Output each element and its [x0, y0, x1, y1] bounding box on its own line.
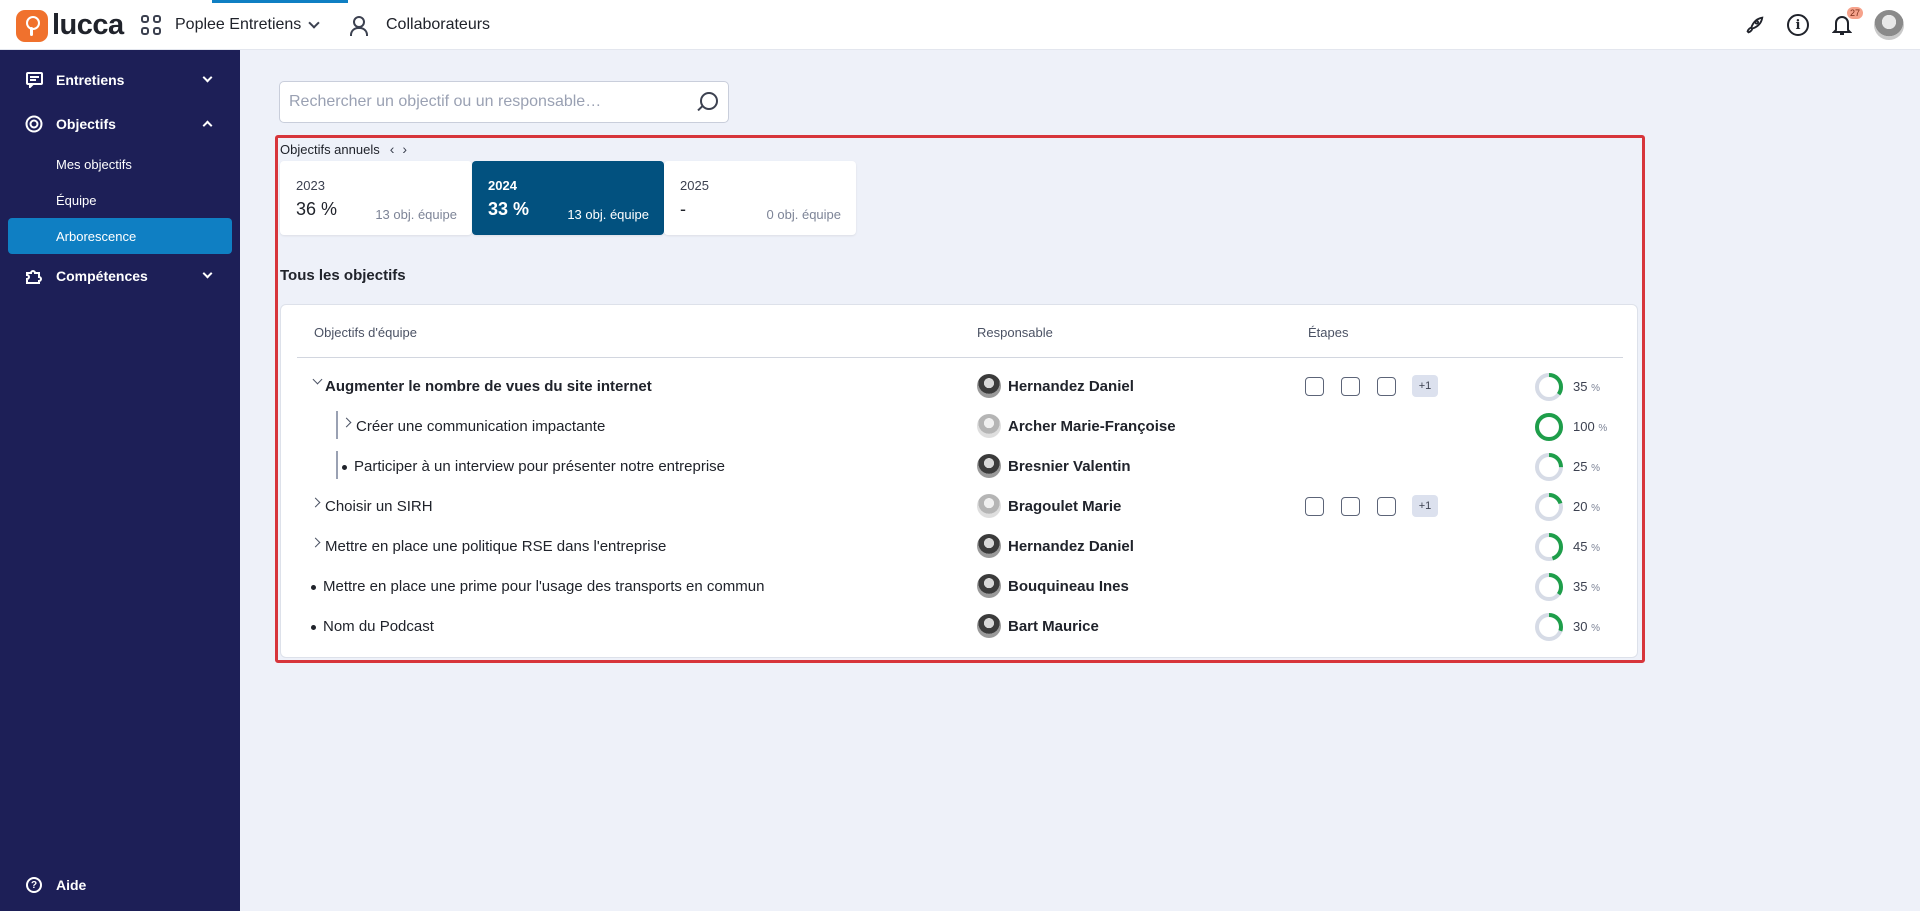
sidebar-item-label: Compétences: [56, 268, 148, 284]
user-avatar[interactable]: [1874, 10, 1904, 40]
sidebar-subitem-label: Arborescence: [56, 228, 137, 244]
app-switcher[interactable]: Poplee Entretiens: [141, 0, 320, 50]
sidebar-subitem-equipe[interactable]: Équipe: [8, 182, 232, 218]
collaborators-label: Collaborateurs: [386, 16, 491, 33]
lucca-logo-icon: [16, 9, 48, 42]
apps-grid-icon: [141, 15, 161, 35]
chevron-down-icon: [202, 268, 213, 279]
bell-icon[interactable]: 27: [1830, 7, 1863, 37]
help-label: Aide: [56, 877, 87, 893]
chevron-down-icon: [308, 16, 320, 29]
notification-count-badge: 27: [1846, 7, 1863, 19]
sidebar-item-entretiens[interactable]: Entretiens: [0, 62, 240, 98]
people-icon: [350, 16, 372, 36]
sidebar-subitem-arborescence[interactable]: Arborescence: [8, 218, 232, 254]
logo-text: lucca: [52, 9, 124, 41]
chat-icon: [25, 71, 43, 89]
top-bar: lucca Poplee Entretiens Collaborateurs i…: [0, 0, 1920, 50]
help-icon: ?: [25, 876, 43, 894]
chevron-up-icon: [202, 120, 213, 131]
info-icon: i: [1787, 14, 1809, 36]
sidebar-subitem-label: Équipe: [56, 192, 97, 208]
search-box: [279, 81, 729, 123]
sidebar-item-competences[interactable]: Compétences: [0, 258, 240, 294]
puzzle-icon: [25, 267, 43, 285]
sidebar-subitem-label: Mes objectifs: [56, 156, 132, 172]
sidebar: Entretiens Objectifs Mes objectifs Équip…: [0, 50, 240, 911]
chevron-down-icon: [202, 72, 213, 83]
help-link[interactable]: ? Aide: [0, 867, 240, 903]
target-icon: [25, 115, 43, 133]
info-icon-button[interactable]: i: [1786, 13, 1810, 37]
search-icon[interactable]: [700, 92, 718, 110]
top-right-actions: i 27: [1742, 0, 1920, 50]
lucca-logo[interactable]: lucca: [16, 9, 124, 42]
search-input[interactable]: [280, 82, 680, 122]
sidebar-subitem-mes-objectifs[interactable]: Mes objectifs: [8, 146, 232, 182]
collaborators-link[interactable]: Collaborateurs: [350, 0, 490, 50]
app-name: Poplee Entretiens: [175, 16, 302, 33]
sidebar-item-objectifs[interactable]: Objectifs: [0, 106, 240, 142]
rocket-icon[interactable]: [1742, 13, 1766, 37]
highlight-frame: [275, 135, 1645, 663]
sidebar-item-label: Entretiens: [56, 72, 125, 88]
sidebar-item-label: Objectifs: [56, 116, 116, 132]
